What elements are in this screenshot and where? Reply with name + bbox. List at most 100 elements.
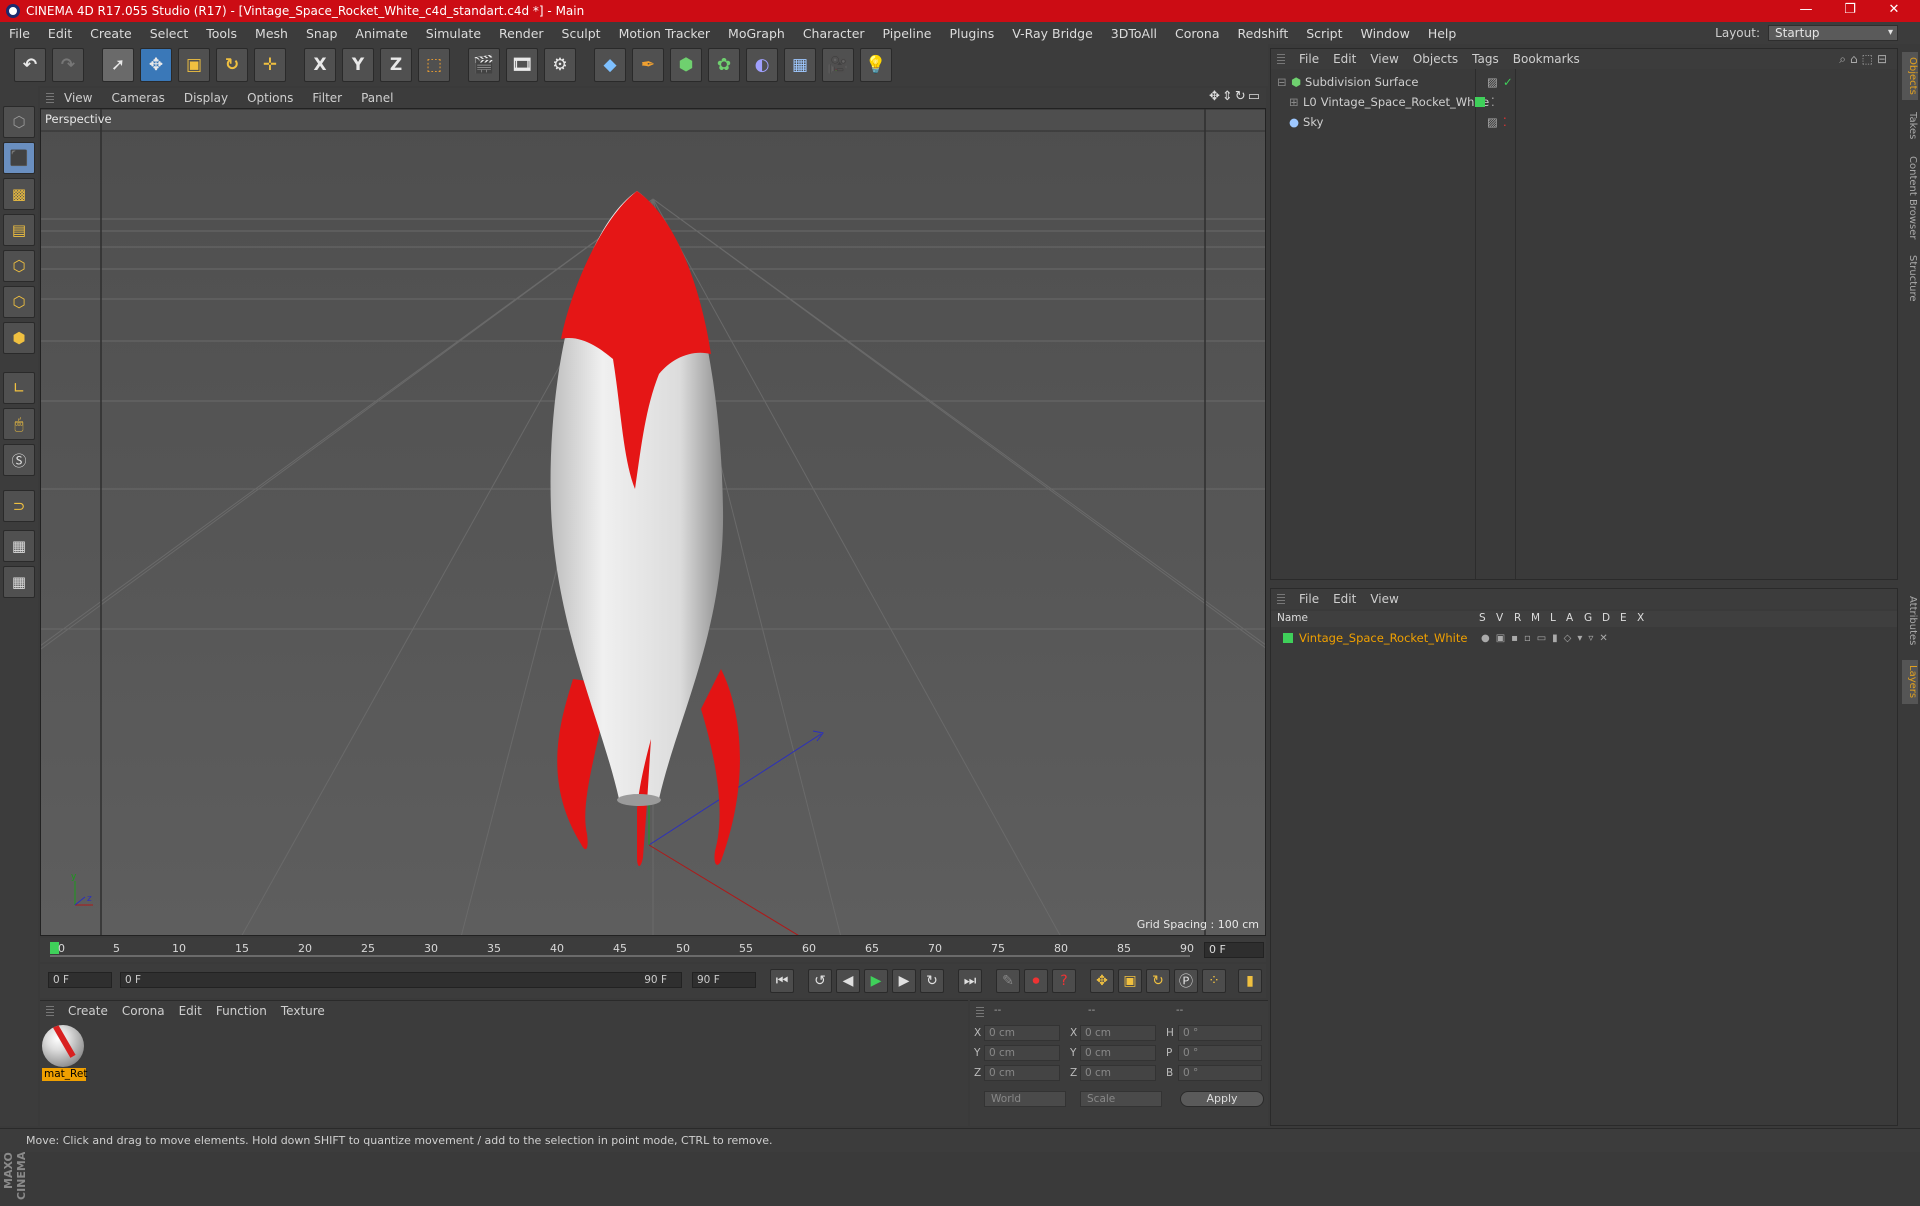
current-frame-field[interactable]: 0 F [1204, 942, 1264, 958]
column-header-r[interactable]: R [1514, 612, 1521, 624]
tweak-mode-icon[interactable]: 🖱 [3, 408, 35, 440]
object-row-subdivision[interactable]: ⊟ ⬢ Subdivision Surface ▨ ✓ [1277, 73, 1877, 91]
workplane-mode-icon[interactable]: ▤ [3, 214, 35, 246]
perspective-viewport[interactable]: y z Perspective Grid Spacing : 100 cm [40, 108, 1266, 936]
position-z-field[interactable]: 0 cm [984, 1065, 1060, 1081]
material-menu-create[interactable]: Create [68, 1004, 108, 1018]
tree-expand-icon[interactable]: ⊞ [1289, 95, 1299, 109]
visibility-dots-icon[interactable]: ⁚ [1491, 95, 1495, 109]
size-y-field[interactable]: 0 cm [1080, 1045, 1156, 1061]
x-axis-lock-button[interactable]: X [304, 48, 336, 82]
scale-tool-icon[interactable]: ▣ [178, 48, 210, 82]
object-menu-objects[interactable]: Objects [1413, 52, 1458, 66]
render-picture-viewer-icon[interactable]: 🎞 [506, 48, 538, 82]
viewport-navigation-icons[interactable]: ✥⇕↻▭ [1209, 89, 1262, 104]
menu-create[interactable]: Create [81, 26, 141, 41]
cube-object-icon[interactable]: ◆ [594, 48, 626, 82]
auto-keying-icon[interactable]: ? [1052, 969, 1076, 993]
next-key-icon[interactable]: ↻ [920, 969, 944, 993]
enabled-check-icon[interactable]: ✓ [1503, 75, 1513, 89]
workplane-lock-icon[interactable]: ▦ [3, 530, 35, 562]
menu-plugins[interactable]: Plugins [940, 26, 1003, 41]
record-keys-icon[interactable]: ⏺ [1024, 969, 1048, 993]
key-rotation-icon[interactable]: ↻ [1146, 969, 1170, 993]
light-icon[interactable]: 💡 [860, 48, 892, 82]
frame-range-slider[interactable]: 0 F 90 F [120, 972, 682, 988]
undo-icon[interactable]: ↶ [14, 48, 46, 82]
points-mode-icon[interactable]: ⬡ [3, 250, 35, 282]
rotation-p-field[interactable]: 0 ° [1178, 1045, 1262, 1061]
live-selection-icon[interactable]: ✛ [254, 48, 286, 82]
viewport-menu-cameras[interactable]: Cameras [101, 91, 164, 105]
menu-3dtoall[interactable]: 3DToAll [1102, 26, 1166, 41]
menu-vray-bridge[interactable]: V-Ray Bridge [1003, 26, 1102, 41]
menu-render[interactable]: Render [490, 26, 553, 41]
restore-icon[interactable]: ❐ [1830, 0, 1870, 22]
panel-grip-icon[interactable] [46, 93, 54, 103]
material-menu-edit[interactable]: Edit [179, 1004, 202, 1018]
tab-attributes[interactable]: Attributes [1902, 588, 1918, 654]
play-icon[interactable]: ▶ [864, 969, 888, 993]
visibility-icon[interactable]: ▨ [1487, 115, 1498, 129]
menu-file[interactable]: File [0, 26, 39, 41]
layer-row[interactable]: Vintage_Space_Rocket_White ●▣▪▫▭▮◇▾▿✕ [1277, 629, 1877, 647]
snapping-icon[interactable]: Ⓢ [3, 444, 35, 476]
viewport-menu-filter[interactable]: Filter [302, 91, 342, 105]
position-y-field[interactable]: 0 cm [984, 1045, 1060, 1061]
column-header-a[interactable]: A [1566, 612, 1573, 624]
move-tool-icon[interactable]: ✥ [140, 48, 172, 82]
menu-character[interactable]: Character [794, 26, 874, 41]
menu-pipeline[interactable]: Pipeline [874, 26, 941, 41]
menu-script[interactable]: Script [1297, 26, 1351, 41]
layer-menu-edit[interactable]: Edit [1333, 592, 1356, 606]
go-to-end-icon[interactable]: ⏭ [958, 969, 982, 993]
magnet-icon[interactable]: ⊃ [3, 490, 35, 522]
tab-layers[interactable]: Layers [1902, 660, 1918, 704]
end-frame-field[interactable]: 90 F [692, 972, 756, 988]
object-menu-file[interactable]: File [1299, 52, 1319, 66]
material-swatch[interactable]: mat_Ret [42, 1025, 87, 1081]
object-menu-view[interactable]: View [1370, 52, 1398, 66]
subdivision-surface-icon[interactable]: ⬢ [670, 48, 702, 82]
layer-color-icon[interactable] [1283, 633, 1293, 643]
menu-mograph[interactable]: MoGraph [719, 26, 794, 41]
menu-select[interactable]: Select [141, 26, 198, 41]
column-header-d[interactable]: D [1602, 612, 1610, 624]
panel-grip-icon[interactable] [46, 1006, 54, 1016]
axis-mode-icon[interactable]: ∟ [3, 372, 35, 404]
z-axis-lock-button[interactable]: Z [380, 48, 412, 82]
panel-grip-icon[interactable] [1277, 54, 1285, 64]
cloner-icon[interactable]: ✿ [708, 48, 740, 82]
menu-redshift[interactable]: Redshift [1229, 26, 1298, 41]
key-scale-icon[interactable]: ▣ [1118, 969, 1142, 993]
column-header-m[interactable]: M [1531, 612, 1540, 624]
apply-button[interactable]: Apply [1180, 1091, 1264, 1107]
column-header-x[interactable]: X [1637, 612, 1644, 624]
object-menu-bookmarks[interactable]: Bookmarks [1513, 52, 1580, 66]
render-view-icon[interactable]: 🎬 [468, 48, 500, 82]
rotation-b-field[interactable]: 0 ° [1178, 1065, 1262, 1081]
deformer-icon[interactable]: ◐ [746, 48, 778, 82]
menu-snap[interactable]: Snap [297, 26, 346, 41]
layer-menu-file[interactable]: File [1299, 592, 1319, 606]
column-header-s[interactable]: S [1479, 612, 1486, 624]
viewport-menu-display[interactable]: Display [174, 91, 228, 105]
timeline-window-icon[interactable]: ▮ [1238, 969, 1262, 993]
column-header-g[interactable]: G [1584, 612, 1592, 624]
motion-record-icon[interactable]: ✎ [996, 969, 1020, 993]
object-menu-tags[interactable]: Tags [1472, 52, 1499, 66]
timeline[interactable]: 0 5 10 15 20 25 30 35 40 45 50 55 60 65 … [40, 938, 1266, 962]
minimize-icon[interactable]: — [1786, 0, 1826, 22]
object-menu-edit[interactable]: Edit [1333, 52, 1356, 66]
size-mode-dropdown[interactable]: Scale [1080, 1091, 1162, 1107]
edges-mode-icon[interactable]: ⬡ [3, 286, 35, 318]
tab-objects[interactable]: Objects [1902, 52, 1918, 100]
rotate-tool-icon[interactable]: ↻ [216, 48, 248, 82]
layer-menu-view[interactable]: View [1370, 592, 1398, 606]
camera-icon[interactable]: 🎥 [822, 48, 854, 82]
tab-structure[interactable]: Structure [1902, 250, 1918, 306]
material-menu-corona[interactable]: Corona [122, 1004, 165, 1018]
redo-icon[interactable]: ↷ [52, 48, 84, 82]
select-tool-icon[interactable]: ➚ [102, 48, 134, 82]
size-z-field[interactable]: 0 cm [1080, 1065, 1156, 1081]
